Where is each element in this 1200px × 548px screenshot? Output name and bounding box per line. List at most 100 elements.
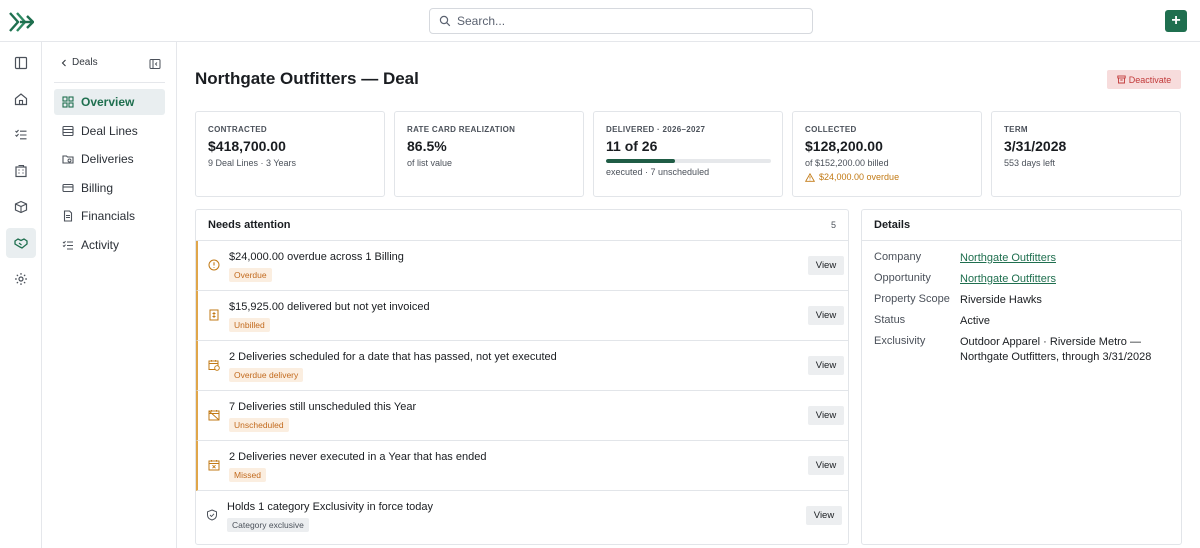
add-button[interactable]: + — [1165, 10, 1187, 32]
status-badge: Overdue — [229, 268, 272, 282]
folder-icon — [62, 155, 74, 164]
attention-count: 5 — [830, 220, 836, 230]
progress-fill — [606, 159, 676, 163]
logo-icon[interactable] — [8, 10, 34, 34]
nav-deliveries[interactable]: Deliveries — [54, 146, 165, 172]
stat-label: CONTRACTED — [208, 125, 267, 134]
warning-icon — [805, 172, 815, 182]
list-icon — [62, 125, 74, 137]
checklist-icon — [15, 129, 27, 140]
search-input[interactable] — [457, 12, 797, 30]
card-icon — [62, 183, 74, 193]
page-title: Northgate Outfitters — Deal — [195, 69, 419, 88]
view-button[interactable]: View — [808, 406, 844, 425]
stat-label: DELIVERED · 2026–2027 — [606, 125, 706, 134]
detail-value: Active — [960, 315, 990, 327]
needs-attention-panel: Needs attention 5 $24,000.00 overdue acr… — [195, 209, 849, 545]
rail-panel[interactable] — [6, 48, 36, 78]
document-icon — [63, 210, 73, 222]
view-button[interactable]: View — [808, 306, 844, 325]
nav-label: Activity — [81, 238, 120, 252]
nav-financials[interactable]: Financials — [54, 203, 165, 229]
invoice-icon — [209, 309, 219, 321]
view-button[interactable]: View — [808, 256, 844, 275]
icon-rail — [0, 42, 42, 548]
attention-row: $15,925.00 delivered but not yet invoice… — [196, 291, 848, 341]
stat-contracted: CONTRACTED $418,700.00 9 Deal Lines · 3 … — [195, 111, 385, 197]
rail-tasks[interactable] — [6, 120, 36, 150]
building-icon — [15, 164, 27, 178]
nav-label: Overview — [81, 95, 135, 109]
deactivate-button[interactable]: Deactivate — [1107, 70, 1181, 89]
rail-deals[interactable] — [6, 228, 36, 258]
attention-text: $24,000.00 overdue across 1 Billing — [229, 251, 404, 263]
shield-icon — [207, 509, 217, 521]
detail-value: Riverside Hawks — [960, 294, 1042, 306]
stat-sub: executed · 7 unscheduled — [606, 167, 710, 177]
attention-row: 2 Deliveries never executed in a Year th… — [196, 441, 848, 491]
company-link[interactable]: Northgate Outfitters — [960, 251, 1170, 266]
panel-header: Details — [862, 210, 1181, 241]
stat-sub: of $152,200.00 billed — [805, 158, 889, 168]
nav-activity[interactable]: Activity — [54, 232, 165, 258]
rail-companies[interactable] — [6, 156, 36, 186]
nav-label: Deal Lines — [81, 124, 138, 138]
stat-value: 3/31/2028 — [1004, 138, 1067, 154]
deal-subnav: Deals Overview Deal Lines Deliveries Bil… — [42, 42, 177, 548]
attention-text: 2 Deliveries never executed in a Year th… — [229, 451, 487, 463]
package-icon — [14, 200, 28, 214]
rail-home[interactable] — [6, 84, 36, 114]
attention-row: 2 Deliveries scheduled for a date that h… — [196, 341, 848, 391]
stat-sub: of list value — [407, 158, 453, 168]
status-badge: Unbilled — [229, 318, 270, 332]
stat-value: $128,200.00 — [805, 138, 883, 154]
archive-icon — [1117, 75, 1126, 84]
back-label: Deals — [72, 57, 98, 68]
calendar-clock-icon — [208, 360, 220, 371]
stat-rate-card: RATE CARD REALIZATION 86.5% of list valu… — [394, 111, 584, 197]
attention-text: 2 Deliveries scheduled for a date that h… — [229, 351, 557, 363]
deactivate-label: Deactivate — [1128, 74, 1172, 85]
opportunity-link[interactable]: Northgate Outfitters — [960, 272, 1170, 287]
calendar-off-icon — [208, 410, 220, 421]
status-badge: Category exclusive — [227, 518, 309, 532]
stat-delivered: DELIVERED · 2026–2027 11 of 26 executed … — [593, 111, 783, 197]
panel-icon — [14, 56, 28, 70]
collapse-sidebar-icon[interactable] — [149, 58, 161, 70]
stat-value: 86.5% — [407, 138, 447, 154]
stat-label: TERM — [1004, 125, 1028, 134]
stat-label: COLLECTED — [805, 125, 857, 134]
view-button[interactable]: View — [808, 456, 844, 475]
nav-deal-lines[interactable]: Deal Lines — [54, 118, 165, 144]
stat-sub: 9 Deal Lines · 3 Years — [208, 158, 297, 168]
attention-text: 7 Deliveries still unscheduled this Year — [229, 401, 417, 413]
warning-text: $24,000.00 overdue — [819, 172, 900, 182]
attention-row: 7 Deliveries still unscheduled this Year… — [196, 391, 848, 441]
divider — [54, 82, 165, 83]
view-button[interactable]: View — [806, 506, 842, 525]
attention-row: $24,000.00 overdue across 1 Billing Over… — [196, 241, 848, 291]
rail-settings[interactable] — [6, 264, 36, 294]
rail-products[interactable] — [6, 192, 36, 222]
attention-text: $15,925.00 delivered but not yet invoice… — [229, 301, 430, 313]
attention-row: Holds 1 category Exclusivity in force to… — [196, 491, 848, 541]
chevron-left-icon — [61, 59, 66, 66]
detail-key: Company — [874, 251, 922, 263]
nav-label: Financials — [81, 209, 136, 223]
activity-icon — [62, 240, 73, 250]
attention-text: Holds 1 category Exclusivity in force to… — [227, 501, 434, 513]
details-panel: Details Company Northgate Outfitters Opp… — [861, 209, 1182, 545]
gear-icon — [15, 273, 27, 285]
panel-title: Needs attention — [208, 219, 291, 231]
detail-value: Outdoor Apparel · Riverside Metro — Nort… — [960, 336, 1152, 363]
search-icon — [439, 15, 451, 27]
detail-key: Exclusivity — [874, 335, 926, 347]
nav-billing[interactable]: Billing — [54, 175, 165, 201]
search-box[interactable] — [429, 8, 813, 34]
view-button[interactable]: View — [808, 356, 844, 375]
nav-overview[interactable]: Overview — [54, 89, 165, 115]
grid-icon — [62, 96, 74, 108]
delivery-progress-bar — [606, 159, 771, 163]
top-bar: + — [0, 0, 1200, 42]
back-to-deals[interactable]: Deals — [61, 57, 98, 68]
